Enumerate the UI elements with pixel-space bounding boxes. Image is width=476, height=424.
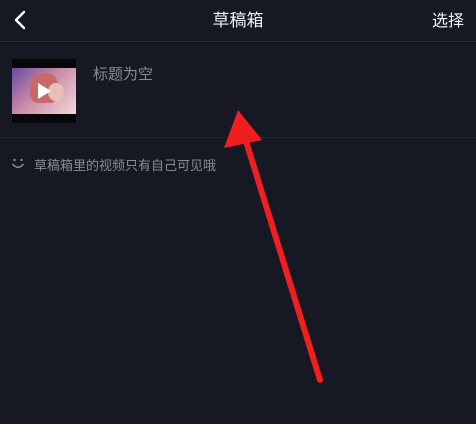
notice-text: 草稿箱里的视频只有自己可见哦	[34, 158, 217, 174]
navbar: 草稿箱 选择	[0, 0, 476, 42]
page-title: 草稿箱	[212, 11, 264, 31]
play-icon	[38, 83, 51, 99]
thumbnail-letterbox-bottom	[12, 114, 76, 123]
thumbnail-letterbox-top	[12, 59, 76, 68]
draft-list-item[interactable]: 标题为空	[0, 43, 476, 138]
select-button[interactable]: 选择	[432, 0, 464, 42]
draft-title: 标题为空	[93, 65, 154, 83]
smile-icon	[12, 158, 24, 169]
draft-thumbnail[interactable]	[12, 59, 76, 123]
privacy-notice: 草稿箱里的视频只有自己可见哦	[10, 154, 216, 174]
